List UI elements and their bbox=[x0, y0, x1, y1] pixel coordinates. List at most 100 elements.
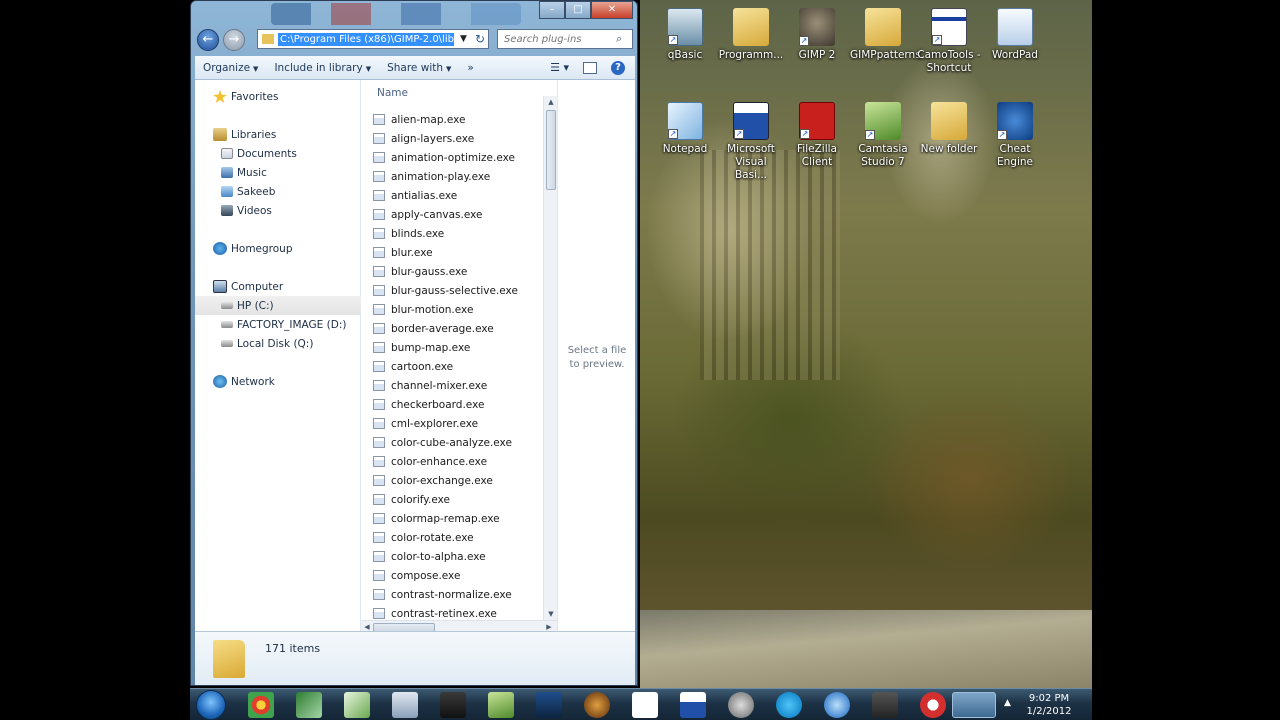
shortcut-arrow-icon: ↗ bbox=[734, 129, 744, 139]
nav-item-computer[interactable]: Computer bbox=[195, 277, 361, 296]
exe-file-icon bbox=[373, 152, 385, 163]
file-row[interactable]: cml-explorer.exe bbox=[373, 414, 543, 433]
file-row[interactable]: animation-play.exe bbox=[373, 167, 543, 186]
search-icon[interactable]: ⌕ bbox=[616, 32, 622, 46]
file-row[interactable]: channel-mixer.exe bbox=[373, 376, 543, 395]
file-row[interactable]: bump-map.exe bbox=[373, 338, 543, 357]
desktop-icon-wordpad[interactable]: WordPad bbox=[982, 8, 1048, 62]
nav-item-network[interactable]: Network bbox=[195, 372, 361, 391]
skype-icon[interactable] bbox=[776, 692, 802, 718]
desktop-icon-filezilla[interactable]: ↗ FileZilla Client bbox=[784, 102, 850, 169]
share-with-button[interactable]: Share with ▼ bbox=[379, 62, 459, 74]
file-row[interactable]: colormap-remap.exe bbox=[373, 509, 543, 528]
vertical-scrollbar[interactable]: ▲ ▼ bbox=[543, 96, 557, 620]
file-row[interactable]: blur-gauss-selective.exe bbox=[373, 281, 543, 300]
desktop-icon-gimppatterns[interactable]: GIMPpatterns bbox=[850, 8, 921, 62]
scroll-thumb[interactable] bbox=[546, 110, 556, 190]
file-row[interactable]: color-enhance.exe bbox=[373, 452, 543, 471]
explorer-window[interactable]: – □ ✕ ← → C:\Program Files (x86)\GIMP-2.… bbox=[190, 0, 638, 686]
nav-item-drive-d[interactable]: FACTORY_IMAGE (D:) bbox=[195, 315, 361, 334]
views-icon[interactable]: ☰ ▾ bbox=[550, 61, 569, 74]
document-icon[interactable] bbox=[632, 692, 658, 718]
desktop-icon-gimp[interactable]: ↗ GIMP 2 bbox=[784, 8, 850, 62]
file-row[interactable]: alien-map.exe bbox=[373, 110, 543, 129]
excel-icon[interactable] bbox=[296, 692, 322, 718]
tray-expand-icon[interactable]: ▲ bbox=[1004, 698, 1011, 708]
file-row[interactable]: checkerboard.exe bbox=[373, 395, 543, 414]
preview-pane-icon[interactable] bbox=[583, 61, 597, 74]
desktop-icon-notepad[interactable]: ↗ Notepad bbox=[652, 102, 718, 156]
exe-file-icon bbox=[373, 380, 385, 391]
help-icon[interactable]: ? bbox=[611, 60, 625, 75]
monitor-icon[interactable] bbox=[536, 692, 562, 718]
explorer-taskbar-button[interactable] bbox=[952, 692, 996, 718]
file-row[interactable]: antialias.exe bbox=[373, 186, 543, 205]
back-button[interactable]: ← bbox=[197, 29, 219, 51]
nav-item-music[interactable]: Music bbox=[195, 163, 361, 182]
desktop-icon-label: New folder bbox=[920, 143, 978, 155]
file-row[interactable]: colorify.exe bbox=[373, 490, 543, 509]
maximize-button[interactable]: □ bbox=[565, 1, 591, 19]
exe-file-icon bbox=[373, 209, 385, 220]
include-in-library-button[interactable]: Include in library ▼ bbox=[266, 62, 379, 74]
preview-line: Select a file bbox=[567, 345, 627, 356]
file-row[interactable]: blur.exe bbox=[373, 243, 543, 262]
file-row[interactable]: color-rotate.exe bbox=[373, 528, 543, 547]
nav-item-favorites[interactable]: Favorites bbox=[195, 87, 361, 106]
opera-icon[interactable] bbox=[920, 692, 946, 718]
forward-button[interactable]: → bbox=[223, 29, 245, 51]
file-row[interactable]: blur-motion.exe bbox=[373, 300, 543, 319]
organize-button[interactable]: Organize ▼ bbox=[195, 62, 266, 74]
chrome-icon[interactable] bbox=[248, 692, 274, 718]
search-box[interactable]: ⌕ bbox=[497, 29, 633, 49]
clock[interactable]: 9:02 PM 1/2/2012 bbox=[1018, 692, 1080, 718]
nav-item-videos[interactable]: Videos bbox=[195, 201, 361, 220]
nav-item-sakeeb[interactable]: Sakeeb bbox=[195, 182, 361, 201]
nav-item-libraries[interactable]: Libraries bbox=[195, 125, 361, 144]
nav-item-drive-q[interactable]: Local Disk (Q:) bbox=[195, 334, 361, 353]
more-commands-button[interactable]: » bbox=[459, 62, 481, 74]
camtasia-icon[interactable] bbox=[488, 692, 514, 718]
search-input[interactable] bbox=[504, 33, 616, 45]
recorder-icon[interactable] bbox=[440, 692, 466, 718]
address-path[interactable]: C:\Program Files (x86)\GIMP-2.0\lib\g bbox=[278, 32, 454, 46]
file-row[interactable]: blinds.exe bbox=[373, 224, 543, 243]
desktop-icon-visual-basic[interactable]: ↗ Microsoft Visual Basi... bbox=[718, 102, 784, 182]
desktop-icon-new-folder[interactable]: New folder bbox=[916, 102, 982, 156]
file-row[interactable]: animation-optimize.exe bbox=[373, 148, 543, 167]
desktop-icon-camtasia[interactable]: ↗ Camtasia Studio 7 bbox=[850, 102, 916, 169]
address-bar[interactable]: C:\Program Files (x86)\GIMP-2.0\lib\g ▼ bbox=[257, 29, 489, 49]
file-row[interactable]: contrast-normalize.exe bbox=[373, 585, 543, 604]
gimp-icon[interactable] bbox=[872, 692, 898, 718]
chevron-down-icon[interactable]: ▼ bbox=[460, 34, 467, 44]
visual-basic-icon[interactable] bbox=[680, 692, 706, 718]
nav-item-documents[interactable]: Documents bbox=[195, 144, 361, 163]
game-icon[interactable] bbox=[584, 692, 610, 718]
disc-icon[interactable] bbox=[728, 692, 754, 718]
file-row[interactable]: apply-canvas.exe bbox=[373, 205, 543, 224]
file-row[interactable]: border-average.exe bbox=[373, 319, 543, 338]
desktop-icon-camotools[interactable]: ↗ CamoTools - Shortcut bbox=[916, 8, 982, 75]
desktop-icon-programs[interactable]: Programm... bbox=[718, 8, 784, 62]
scroll-up-icon[interactable]: ▲ bbox=[544, 96, 558, 108]
column-header-name[interactable]: Name bbox=[361, 84, 557, 102]
file-row[interactable]: cartoon.exe bbox=[373, 357, 543, 376]
messenger-icon[interactable] bbox=[824, 692, 850, 718]
file-row[interactable]: color-cube-analyze.exe bbox=[373, 433, 543, 452]
scroll-down-icon[interactable]: ▼ bbox=[544, 608, 558, 620]
calculator-icon[interactable] bbox=[392, 692, 418, 718]
desktop-icon-qbasic[interactable]: ↗ qBasic bbox=[652, 8, 718, 62]
file-row[interactable]: color-exchange.exe bbox=[373, 471, 543, 490]
close-button[interactable]: ✕ bbox=[591, 1, 633, 19]
refresh-button[interactable]: ↻ bbox=[471, 30, 489, 48]
file-row[interactable]: align-layers.exe bbox=[373, 129, 543, 148]
editor-icon[interactable] bbox=[344, 692, 370, 718]
file-row[interactable]: color-to-alpha.exe bbox=[373, 547, 543, 566]
desktop-icon-cheat-engine[interactable]: ↗ Cheat Engine bbox=[982, 102, 1048, 169]
start-button[interactable] bbox=[196, 690, 226, 720]
minimize-button[interactable]: – bbox=[539, 1, 565, 19]
nav-item-homegroup[interactable]: Homegroup bbox=[195, 239, 361, 258]
file-row[interactable]: compose.exe bbox=[373, 566, 543, 585]
file-row[interactable]: blur-gauss.exe bbox=[373, 262, 543, 281]
nav-item-drive-c[interactable]: HP (C:) bbox=[195, 296, 361, 315]
